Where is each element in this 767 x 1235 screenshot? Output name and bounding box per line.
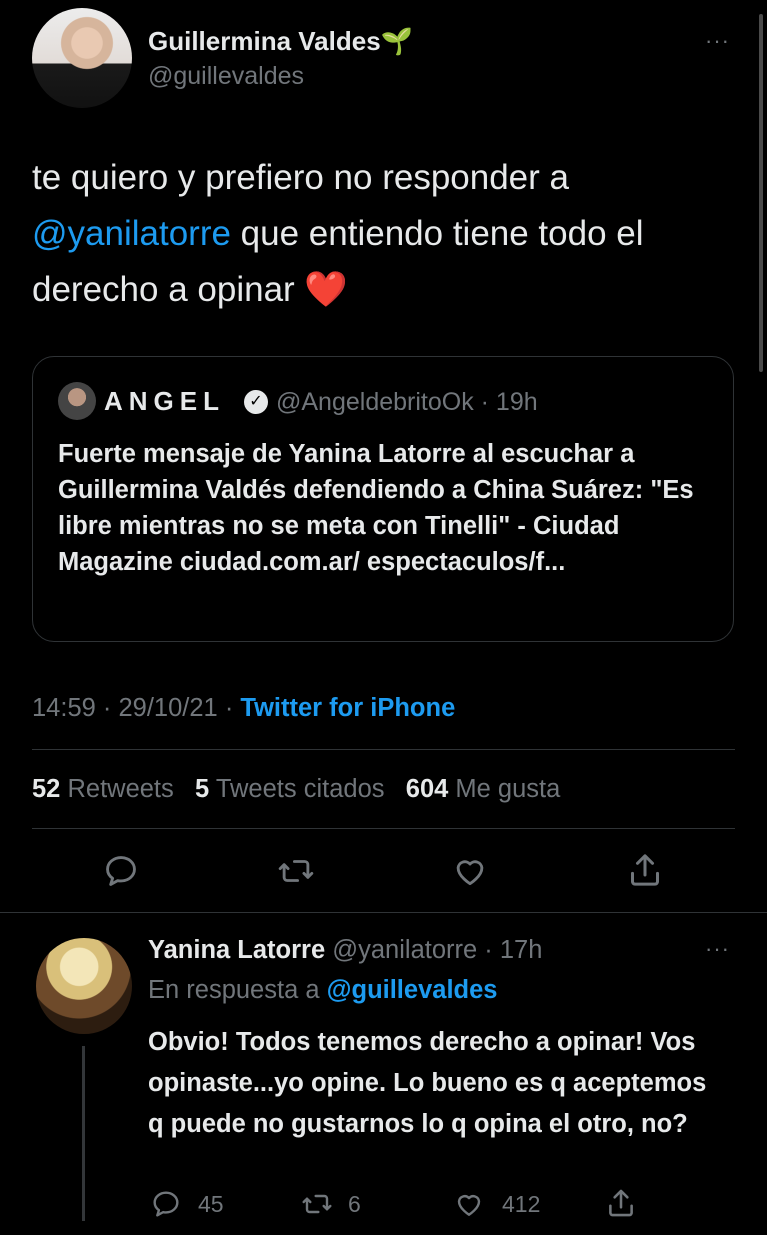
retweets-label: Retweets bbox=[67, 775, 174, 803]
likes-stat[interactable]: 604 Me gusta bbox=[406, 775, 561, 803]
reply-icon bbox=[153, 1191, 179, 1217]
author-handle[interactable]: @guillevaldes bbox=[148, 62, 304, 91]
tweet-timestamp[interactable]: 14:59 · 29/10/21 · bbox=[32, 694, 240, 722]
author-avatar[interactable] bbox=[32, 8, 132, 108]
thread-line bbox=[82, 1046, 85, 1221]
in-reply-prefix: En respuesta a bbox=[148, 976, 327, 1004]
quoted-author-name: ANGEL bbox=[104, 386, 225, 416]
scrollbar[interactable] bbox=[759, 14, 763, 372]
tweet-text: te quiero y prefiero no responder a @yan… bbox=[32, 150, 732, 318]
reply-author-name[interactable]: Yanina Latorre bbox=[148, 936, 325, 964]
divider bbox=[0, 912, 767, 913]
author-name[interactable]: Guillermina Valdes🌱 bbox=[148, 26, 413, 57]
likes-label: Me gusta bbox=[455, 775, 561, 803]
heart-emoji: ❤️ bbox=[304, 270, 349, 309]
divider bbox=[32, 828, 735, 829]
retweets-stat[interactable]: 52 Retweets bbox=[32, 775, 174, 803]
reply-share-icon[interactable] bbox=[604, 1186, 638, 1225]
like-icon bbox=[457, 1195, 481, 1216]
reply-header: Yanina Latorre @yanilatorre · 17h bbox=[148, 936, 542, 965]
reply-author-handle-time[interactable]: @yanilatorre · 17h bbox=[325, 936, 542, 964]
tweet-text-part1: te quiero y prefiero no responder a bbox=[32, 158, 569, 197]
quotes-count: 5 bbox=[195, 775, 210, 803]
reply-retweets-count: 6 bbox=[348, 1190, 361, 1217]
tweet-meta: 14:59 · 29/10/21 · Twitter for iPhone bbox=[32, 694, 455, 723]
quotes-stat[interactable]: 5 Tweets citados bbox=[195, 775, 384, 803]
mention-link[interactable]: @yanilatorre bbox=[32, 214, 231, 253]
share-icon[interactable] bbox=[625, 850, 665, 895]
likes-count: 604 bbox=[405, 775, 449, 803]
reply-retweet-action[interactable]: 6 bbox=[300, 1188, 361, 1220]
reply-replies-count: 45 bbox=[198, 1190, 224, 1217]
quoted-author-avatar bbox=[58, 382, 96, 420]
verified-badge-icon: ✓ bbox=[244, 390, 268, 414]
quotes-label: Tweets citados bbox=[215, 775, 385, 803]
in-reply-to: En respuesta a @guillevaldes bbox=[148, 976, 497, 1005]
author-name-text: Guillermina Valdes bbox=[148, 26, 381, 56]
reply-author-avatar[interactable] bbox=[36, 938, 132, 1034]
retweet-icon[interactable] bbox=[276, 852, 316, 895]
more-options-icon[interactable]: ··· bbox=[705, 28, 730, 54]
tweet-source-link[interactable]: Twitter for iPhone bbox=[240, 694, 455, 722]
quoted-author-handle-time: @AngeldebritoOk · 19h bbox=[276, 388, 538, 416]
retweet-icon bbox=[302, 1194, 332, 1214]
in-reply-handle-link[interactable]: @guillevaldes bbox=[327, 976, 498, 1004]
like-icon[interactable] bbox=[450, 852, 490, 895]
retweets-count: 52 bbox=[32, 775, 61, 803]
reply-text: Obvio! Todos tenemos derecho a opinar! V… bbox=[148, 1028, 707, 1138]
reply-like-action[interactable]: 412 bbox=[452, 1188, 540, 1220]
reply-reply-action[interactable]: 45 bbox=[150, 1188, 224, 1220]
quoted-tweet-text: Fuerte mensaje de Yanina Latorre al escu… bbox=[58, 440, 694, 576]
reply-more-options-icon[interactable]: ··· bbox=[705, 936, 730, 962]
tweet-stats: 52 Retweets 5 Tweets citados 604 Me gust… bbox=[32, 775, 560, 804]
seedling-emoji: 🌱 bbox=[380, 26, 414, 56]
reply-icon[interactable] bbox=[102, 852, 140, 895]
reply-likes-count: 412 bbox=[502, 1190, 541, 1217]
divider bbox=[32, 749, 735, 750]
